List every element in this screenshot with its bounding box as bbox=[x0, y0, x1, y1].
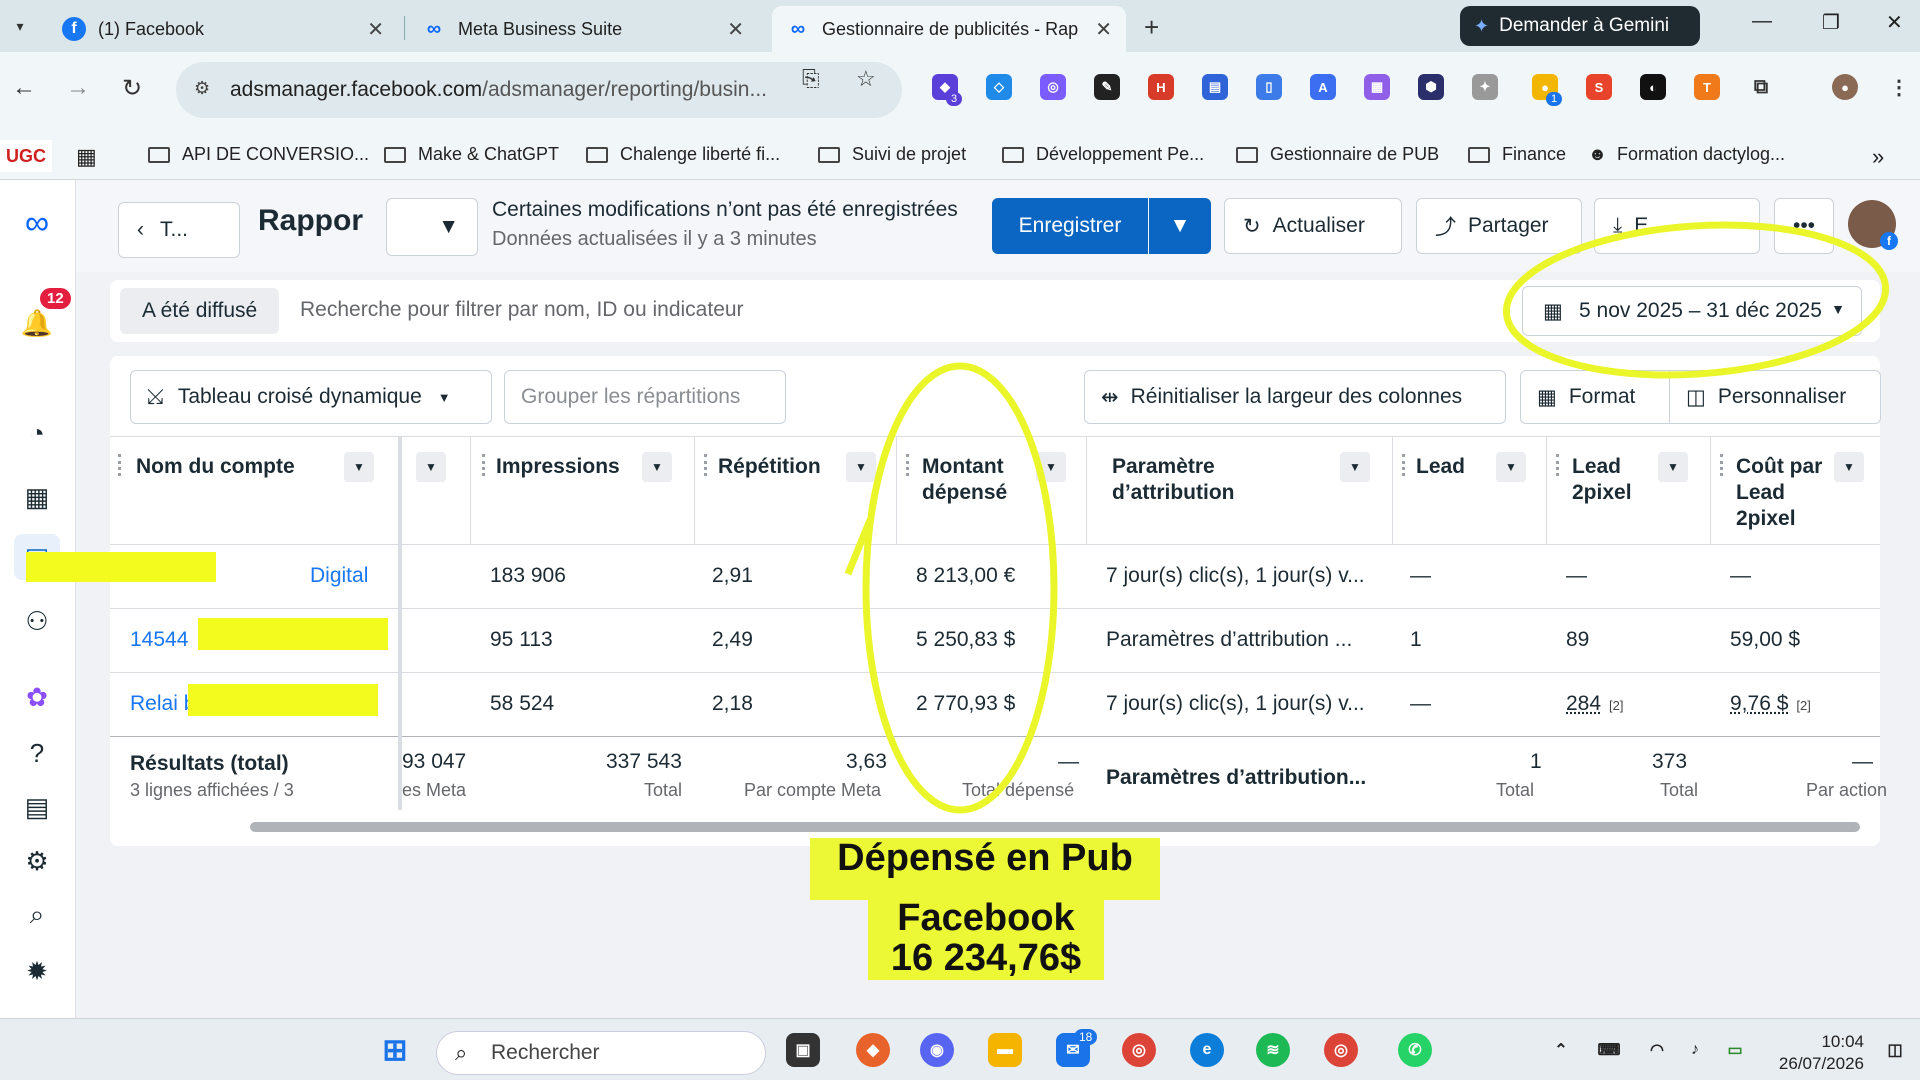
search-icon: ⌕ bbox=[455, 1040, 468, 1065]
chrome-profile-icon[interactable]: ◎ bbox=[1324, 1033, 1358, 1067]
battery-icon[interactable]: ▭ bbox=[1718, 1033, 1752, 1067]
annotation-callout-line2: Facebook 16 234,76$ bbox=[868, 898, 1104, 980]
windows-start-icon[interactable]: ⊞ bbox=[378, 1033, 412, 1067]
system-clock[interactable]: 10:04 26/07/2026 bbox=[1779, 1031, 1864, 1075]
chrome-icon[interactable]: ◎ bbox=[1122, 1033, 1156, 1067]
edge-icon[interactable]: e bbox=[1190, 1033, 1224, 1067]
wifi-icon[interactable]: ◠ bbox=[1640, 1033, 1674, 1067]
taskbar-search[interactable]: ⌕ Rechercher bbox=[436, 1031, 766, 1075]
highlight-ellipse-spent bbox=[862, 362, 1058, 814]
volume-icon[interactable]: ♪ bbox=[1678, 1033, 1712, 1067]
windows-taskbar: ⊞ ⌕ Rechercher ▣ ◆ ◉ ▬ ✉ 18 ◎ e ≋ ◎ ✆ ⌃ … bbox=[0, 1018, 1920, 1080]
annotation-callout-line1: Dépensé en Pub bbox=[810, 838, 1160, 900]
highlight-ellipse-date bbox=[1502, 221, 1890, 379]
keyboard-icon[interactable]: ⌨ bbox=[1592, 1033, 1626, 1067]
discord-icon[interactable]: ◉ bbox=[920, 1033, 954, 1067]
spotify-icon[interactable]: ≋ bbox=[1256, 1033, 1290, 1067]
brave-icon[interactable]: ◆ bbox=[856, 1033, 890, 1067]
whatsapp-icon[interactable]: ✆ bbox=[1398, 1033, 1432, 1067]
show-hidden-icons-icon[interactable]: ⌃ bbox=[1544, 1033, 1578, 1067]
task-view-icon[interactable]: ▣ bbox=[786, 1033, 820, 1067]
file-explorer-icon[interactable]: ▬ bbox=[988, 1033, 1022, 1067]
notification-center-icon[interactable]: ◫ bbox=[1878, 1033, 1912, 1067]
